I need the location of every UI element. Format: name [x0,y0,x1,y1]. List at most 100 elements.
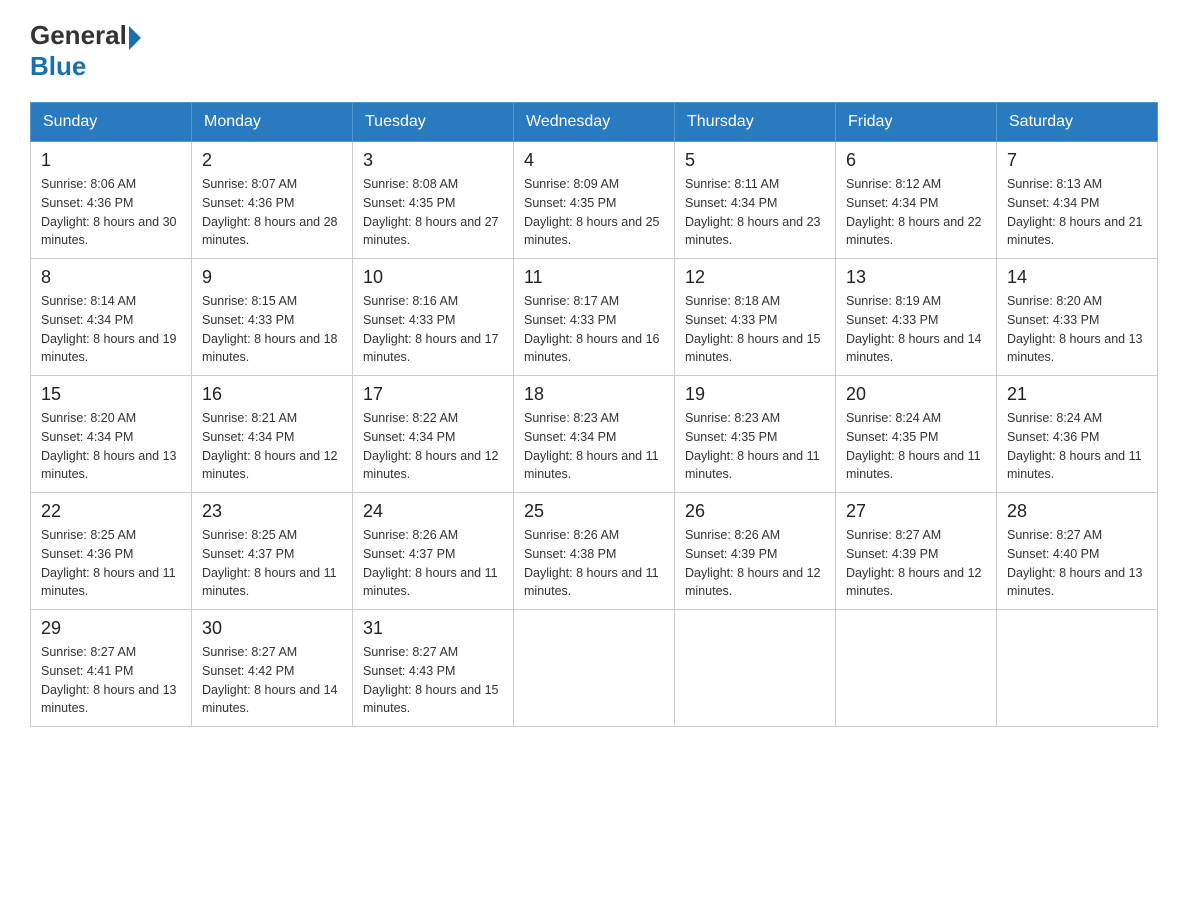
calendar-cell: 20 Sunrise: 8:24 AM Sunset: 4:35 PM Dayl… [836,376,997,493]
day-info: Sunrise: 8:09 AM Sunset: 4:35 PM Dayligh… [524,175,664,250]
daylight-label: Daylight: 8 hours and 13 minutes. [1007,332,1143,365]
sunset-label: Sunset: 4:35 PM [685,430,777,444]
day-info: Sunrise: 8:18 AM Sunset: 4:33 PM Dayligh… [685,292,825,367]
sunrise-label: Sunrise: 8:27 AM [846,528,941,542]
daylight-label: Daylight: 8 hours and 13 minutes. [41,683,177,716]
calendar-cell: 16 Sunrise: 8:21 AM Sunset: 4:34 PM Dayl… [192,376,353,493]
calendar-cell: 9 Sunrise: 8:15 AM Sunset: 4:33 PM Dayli… [192,259,353,376]
day-number: 23 [202,501,342,522]
day-number: 29 [41,618,181,639]
day-info: Sunrise: 8:27 AM Sunset: 4:43 PM Dayligh… [363,643,503,718]
day-number: 7 [1007,150,1147,171]
calendar-cell: 7 Sunrise: 8:13 AM Sunset: 4:34 PM Dayli… [997,142,1158,259]
sunrise-label: Sunrise: 8:16 AM [363,294,458,308]
sunrise-label: Sunrise: 8:26 AM [524,528,619,542]
day-number: 16 [202,384,342,405]
day-info: Sunrise: 8:24 AM Sunset: 4:36 PM Dayligh… [1007,409,1147,484]
weekday-header-saturday: Saturday [997,103,1158,142]
sunset-label: Sunset: 4:34 PM [363,430,455,444]
calendar-cell: 29 Sunrise: 8:27 AM Sunset: 4:41 PM Dayl… [31,610,192,727]
daylight-label: Daylight: 8 hours and 11 minutes. [685,449,820,482]
day-number: 30 [202,618,342,639]
daylight-label: Daylight: 8 hours and 14 minutes. [846,332,982,365]
daylight-label: Daylight: 8 hours and 11 minutes. [363,566,498,599]
calendar-cell: 15 Sunrise: 8:20 AM Sunset: 4:34 PM Dayl… [31,376,192,493]
day-info: Sunrise: 8:21 AM Sunset: 4:34 PM Dayligh… [202,409,342,484]
logo: General Blue [30,20,141,82]
day-number: 4 [524,150,664,171]
day-info: Sunrise: 8:23 AM Sunset: 4:34 PM Dayligh… [524,409,664,484]
sunrise-label: Sunrise: 8:25 AM [202,528,297,542]
sunrise-label: Sunrise: 8:24 AM [1007,411,1102,425]
day-number: 13 [846,267,986,288]
sunset-label: Sunset: 4:43 PM [363,664,455,678]
calendar-cell: 21 Sunrise: 8:24 AM Sunset: 4:36 PM Dayl… [997,376,1158,493]
calendar-cell: 24 Sunrise: 8:26 AM Sunset: 4:37 PM Dayl… [353,493,514,610]
sunset-label: Sunset: 4:35 PM [846,430,938,444]
sunrise-label: Sunrise: 8:27 AM [41,645,136,659]
calendar-cell: 11 Sunrise: 8:17 AM Sunset: 4:33 PM Dayl… [514,259,675,376]
daylight-label: Daylight: 8 hours and 12 minutes. [685,566,821,599]
sunrise-label: Sunrise: 8:22 AM [363,411,458,425]
calendar-cell: 4 Sunrise: 8:09 AM Sunset: 4:35 PM Dayli… [514,142,675,259]
calendar-cell [514,610,675,727]
daylight-label: Daylight: 8 hours and 15 minutes. [363,683,499,716]
day-info: Sunrise: 8:12 AM Sunset: 4:34 PM Dayligh… [846,175,986,250]
weekday-header-monday: Monday [192,103,353,142]
day-info: Sunrise: 8:20 AM Sunset: 4:34 PM Dayligh… [41,409,181,484]
daylight-label: Daylight: 8 hours and 12 minutes. [202,449,338,482]
sunrise-label: Sunrise: 8:26 AM [363,528,458,542]
day-number: 11 [524,267,664,288]
daylight-label: Daylight: 8 hours and 14 minutes. [202,683,338,716]
day-info: Sunrise: 8:13 AM Sunset: 4:34 PM Dayligh… [1007,175,1147,250]
day-info: Sunrise: 8:27 AM Sunset: 4:41 PM Dayligh… [41,643,181,718]
sunrise-label: Sunrise: 8:19 AM [846,294,941,308]
sunset-label: Sunset: 4:34 PM [1007,196,1099,210]
calendar-cell [836,610,997,727]
sunrise-label: Sunrise: 8:26 AM [685,528,780,542]
daylight-label: Daylight: 8 hours and 13 minutes. [1007,566,1143,599]
day-number: 10 [363,267,503,288]
day-info: Sunrise: 8:15 AM Sunset: 4:33 PM Dayligh… [202,292,342,367]
weekday-header-sunday: Sunday [31,103,192,142]
logo-general-text: General [30,20,127,51]
calendar-cell: 22 Sunrise: 8:25 AM Sunset: 4:36 PM Dayl… [31,493,192,610]
day-info: Sunrise: 8:20 AM Sunset: 4:33 PM Dayligh… [1007,292,1147,367]
calendar-cell [675,610,836,727]
day-number: 19 [685,384,825,405]
day-number: 3 [363,150,503,171]
day-number: 28 [1007,501,1147,522]
daylight-label: Daylight: 8 hours and 25 minutes. [524,215,660,248]
sunset-label: Sunset: 4:33 PM [846,313,938,327]
calendar-week-row: 15 Sunrise: 8:20 AM Sunset: 4:34 PM Dayl… [31,376,1158,493]
day-number: 14 [1007,267,1147,288]
sunrise-label: Sunrise: 8:23 AM [685,411,780,425]
weekday-header-row: SundayMondayTuesdayWednesdayThursdayFrid… [31,103,1158,142]
sunrise-label: Sunrise: 8:27 AM [202,645,297,659]
day-number: 26 [685,501,825,522]
day-number: 22 [41,501,181,522]
calendar-cell: 3 Sunrise: 8:08 AM Sunset: 4:35 PM Dayli… [353,142,514,259]
sunset-label: Sunset: 4:34 PM [524,430,616,444]
calendar-cell: 6 Sunrise: 8:12 AM Sunset: 4:34 PM Dayli… [836,142,997,259]
daylight-label: Daylight: 8 hours and 11 minutes. [41,566,176,599]
daylight-label: Daylight: 8 hours and 22 minutes. [846,215,982,248]
sunrise-label: Sunrise: 8:11 AM [685,177,779,191]
sunset-label: Sunset: 4:34 PM [846,196,938,210]
sunset-label: Sunset: 4:35 PM [363,196,455,210]
day-info: Sunrise: 8:27 AM Sunset: 4:40 PM Dayligh… [1007,526,1147,601]
daylight-label: Daylight: 8 hours and 30 minutes. [41,215,177,248]
sunset-label: Sunset: 4:42 PM [202,664,294,678]
sunrise-label: Sunrise: 8:17 AM [524,294,619,308]
calendar-cell: 10 Sunrise: 8:16 AM Sunset: 4:33 PM Dayl… [353,259,514,376]
logo-blue-text: Blue [30,51,141,82]
day-info: Sunrise: 8:27 AM Sunset: 4:39 PM Dayligh… [846,526,986,601]
daylight-label: Daylight: 8 hours and 16 minutes. [524,332,660,365]
day-number: 9 [202,267,342,288]
calendar-cell: 8 Sunrise: 8:14 AM Sunset: 4:34 PM Dayli… [31,259,192,376]
day-number: 8 [41,267,181,288]
sunrise-label: Sunrise: 8:20 AM [1007,294,1102,308]
calendar-cell: 12 Sunrise: 8:18 AM Sunset: 4:33 PM Dayl… [675,259,836,376]
sunset-label: Sunset: 4:33 PM [202,313,294,327]
daylight-label: Daylight: 8 hours and 19 minutes. [41,332,177,365]
